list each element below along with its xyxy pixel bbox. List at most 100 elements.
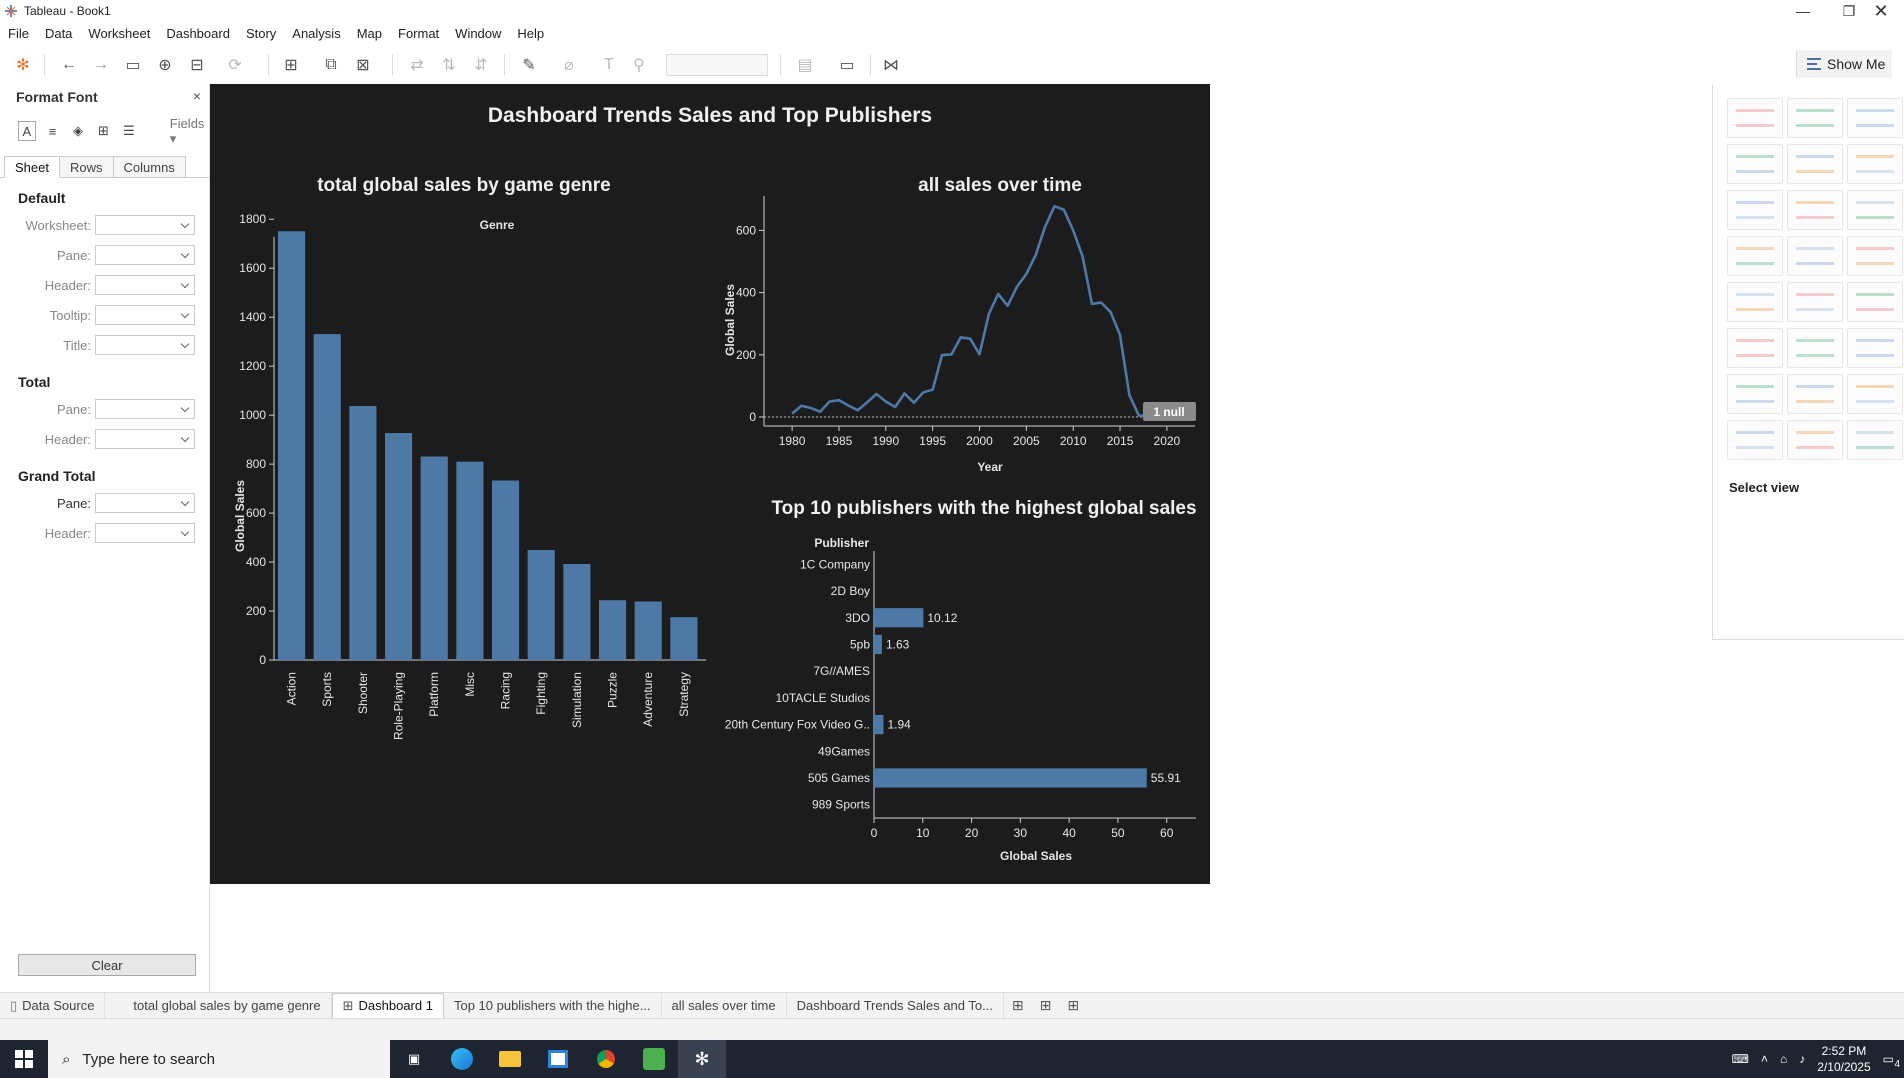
menu-story[interactable]: Story xyxy=(238,24,284,44)
keyboard-icon[interactable]: ⌨ xyxy=(1732,1052,1749,1066)
highlight-icon[interactable]: ✎ xyxy=(516,52,542,78)
menu-data[interactable]: Data xyxy=(37,24,80,44)
pause-updates-icon[interactable]: ⊟ xyxy=(184,52,210,78)
show-me-chart-thumbnail[interactable] xyxy=(1847,420,1903,460)
show-me-chart-thumbnail[interactable] xyxy=(1727,144,1783,184)
fit-dropdown[interactable] xyxy=(666,54,768,76)
close-window-button[interactable]: ✕ xyxy=(1858,0,1904,22)
show-me-chart-thumbnail[interactable] xyxy=(1787,374,1843,414)
menu-help[interactable]: Help xyxy=(509,24,552,44)
volume-icon[interactable]: ♪ xyxy=(1799,1052,1805,1066)
tableau-taskbar-icon[interactable]: ✻ xyxy=(678,1040,726,1078)
share-icon[interactable]: ⋈ xyxy=(878,52,904,78)
minimize-button[interactable]: — xyxy=(1780,0,1826,22)
shading-tab-icon[interactable]: ◈ xyxy=(69,121,87,141)
labels-icon[interactable]: T xyxy=(596,52,622,78)
clock[interactable]: 2:52 PM 2/10/2025 xyxy=(1817,1043,1870,1075)
total-pane-dropdown[interactable] xyxy=(95,399,195,419)
lines-tab-icon[interactable]: ☰ xyxy=(120,121,138,141)
show-me-button[interactable]: Show Me xyxy=(1796,50,1892,78)
swap-icon[interactable]: ⇄ xyxy=(404,52,430,78)
show-me-chart-thumbnail[interactable] xyxy=(1847,98,1903,138)
show-me-chart-thumbnail[interactable] xyxy=(1847,282,1903,322)
new-dashboard-tab-icon[interactable]: ⊞ xyxy=(1032,997,1060,1014)
menu-map[interactable]: Map xyxy=(349,24,390,44)
tab-sheet[interactable]: Sheet xyxy=(4,156,60,178)
tab-dashboard-1[interactable]: ⊞ Dashboard 1 xyxy=(331,992,444,1019)
fields-dropdown[interactable]: Fields ▾ xyxy=(170,116,209,147)
tab-trends-dashboard[interactable]: Dashboard Trends Sales and To... xyxy=(787,992,1004,1019)
edge-icon[interactable] xyxy=(438,1040,486,1078)
undo-icon[interactable]: ← xyxy=(56,52,82,78)
show-me-chart-thumbnail[interactable] xyxy=(1787,236,1843,276)
grand-total-header-dropdown[interactable] xyxy=(95,523,195,543)
grand-total-pane-dropdown[interactable] xyxy=(95,493,195,513)
show-me-chart-thumbnail[interactable] xyxy=(1727,374,1783,414)
network-icon[interactable]: ⌂ xyxy=(1780,1052,1787,1066)
header-font-dropdown[interactable] xyxy=(95,275,195,295)
show-me-chart-thumbnail[interactable] xyxy=(1787,282,1843,322)
redo-icon[interactable]: → xyxy=(88,52,114,78)
show-me-chart-thumbnail[interactable] xyxy=(1727,328,1783,368)
pane-font-dropdown[interactable] xyxy=(95,245,195,265)
menu-analysis[interactable]: Analysis xyxy=(284,24,348,44)
borders-tab-icon[interactable]: ⊞ xyxy=(95,121,113,141)
tooltip-font-dropdown[interactable] xyxy=(95,305,195,325)
new-story-tab-icon[interactable]: ⊞ xyxy=(1059,997,1087,1014)
presentation-mode-icon[interactable]: ▭ xyxy=(834,52,860,78)
taskbar-search-box[interactable]: ⌕ Type here to search xyxy=(48,1040,390,1078)
show-me-chart-thumbnail[interactable] xyxy=(1847,190,1903,230)
show-me-chart-thumbnail[interactable] xyxy=(1727,236,1783,276)
notification-icon[interactable]: ▭ 4 xyxy=(1883,1052,1900,1070)
save-icon[interactable]: ▭ xyxy=(120,52,146,78)
show-me-chart-thumbnail[interactable] xyxy=(1847,144,1903,184)
show-me-chart-thumbnail[interactable] xyxy=(1847,236,1903,276)
font-tab-icon[interactable]: A xyxy=(18,121,36,141)
tab-columns[interactable]: Columns xyxy=(112,156,186,177)
total-header-dropdown[interactable] xyxy=(95,429,195,449)
tab-top10-sheet[interactable]: Top 10 publishers with the highe... xyxy=(444,992,662,1019)
file-explorer-icon[interactable] xyxy=(486,1040,534,1078)
refresh-icon[interactable]: ⟳ xyxy=(222,52,248,78)
sort-descending-icon[interactable]: ⇵ xyxy=(468,52,494,78)
clear-button[interactable]: Clear xyxy=(18,954,196,976)
show-cards-icon[interactable]: ▤ xyxy=(792,52,818,78)
show-me-chart-thumbnail[interactable] xyxy=(1787,98,1843,138)
show-me-chart-thumbnail[interactable] xyxy=(1727,190,1783,230)
tab-sales-time-sheet[interactable]: all sales over time xyxy=(662,992,787,1019)
tableau-home-icon[interactable]: ✻ xyxy=(10,52,36,78)
show-me-chart-thumbnail[interactable] xyxy=(1727,98,1783,138)
windows-start-icon[interactable] xyxy=(0,1040,48,1078)
duplicate-icon[interactable]: ⧉ xyxy=(318,52,344,78)
show-me-chart-thumbnail[interactable] xyxy=(1727,282,1783,322)
title-font-dropdown[interactable] xyxy=(95,335,195,355)
app-green-icon[interactable] xyxy=(630,1040,678,1078)
pin-icon[interactable]: ⚲ xyxy=(626,52,652,78)
tab-genre-sheet[interactable]: total global sales by game genre xyxy=(123,992,332,1019)
sort-ascending-icon[interactable]: ⇅ xyxy=(436,52,462,78)
menu-file[interactable]: File xyxy=(0,24,37,44)
menu-format[interactable]: Format xyxy=(390,24,447,44)
menu-window[interactable]: Window xyxy=(447,24,509,44)
show-me-chart-thumbnail[interactable] xyxy=(1787,190,1843,230)
menu-dashboard[interactable]: Dashboard xyxy=(158,24,238,44)
alignment-tab-icon[interactable]: ≡ xyxy=(44,121,62,141)
show-me-chart-thumbnail[interactable] xyxy=(1787,328,1843,368)
close-icon[interactable]: × xyxy=(193,88,201,104)
store-icon[interactable] xyxy=(534,1040,582,1078)
worksheet-font-dropdown[interactable] xyxy=(95,215,195,235)
show-me-chart-thumbnail[interactable] xyxy=(1787,144,1843,184)
show-me-chart-thumbnail[interactable] xyxy=(1847,328,1903,368)
show-me-chart-thumbnail[interactable] xyxy=(1847,374,1903,414)
chevron-up-icon[interactable]: ˄ xyxy=(1761,1052,1768,1066)
tab-rows[interactable]: Rows xyxy=(58,156,114,177)
new-worksheet-tab-icon[interactable]: ⊞ xyxy=(1004,997,1032,1014)
new-datasource-icon[interactable]: ⊕ xyxy=(152,52,178,78)
task-view-icon[interactable]: ▣ xyxy=(390,1040,438,1078)
new-worksheet-icon[interactable]: ⊞ xyxy=(278,52,304,78)
tab-data-source[interactable]: ▯ Data Source xyxy=(0,992,106,1019)
menu-worksheet[interactable]: Worksheet xyxy=(80,24,158,44)
chrome-icon[interactable] xyxy=(582,1040,630,1078)
clear-sheet-icon[interactable]: ⊠ xyxy=(350,52,376,78)
group-icon[interactable]: ⌀ xyxy=(556,52,582,78)
